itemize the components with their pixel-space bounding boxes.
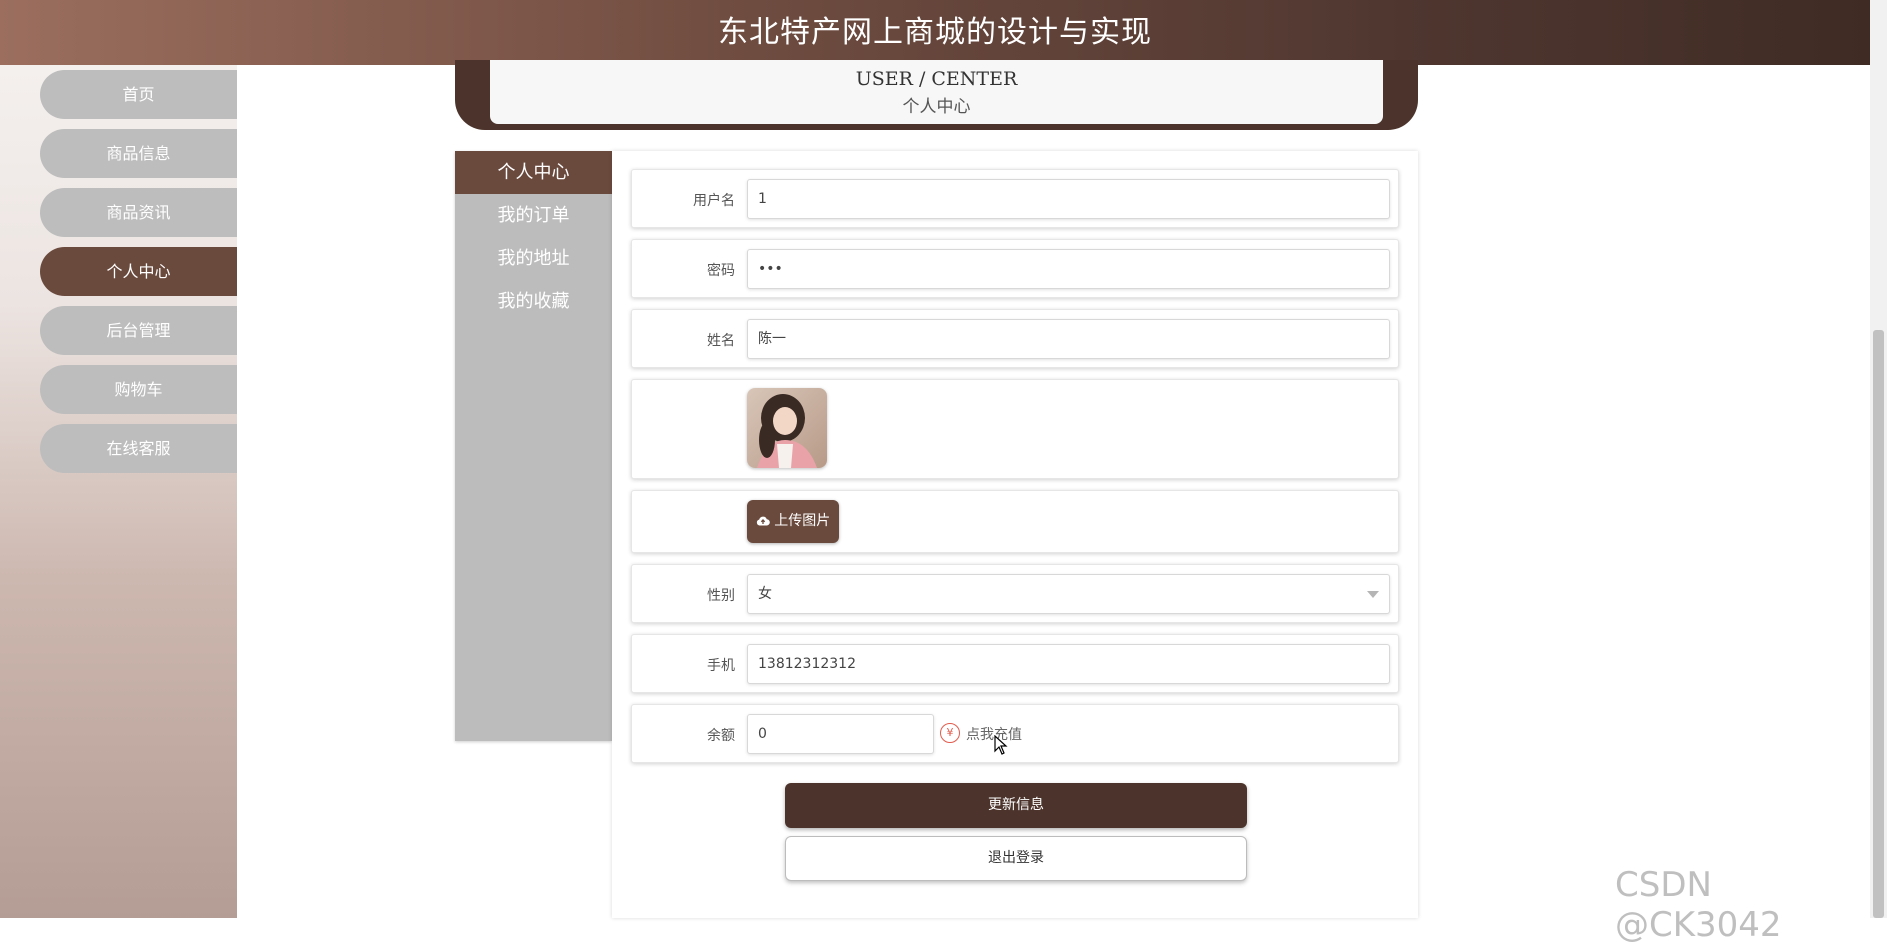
yen-icon[interactable]: ¥ <box>940 723 960 743</box>
form-row-phone: 手机 13812312312 <box>631 634 1399 693</box>
username-label: 用户名 <box>693 193 735 209</box>
page-scrollbar[interactable] <box>1870 0 1887 918</box>
sidebar: 首页 商品信息 商品资讯 个人中心 后台管理 购物车 在线客服 <box>0 65 237 918</box>
sidebar-item-home[interactable]: 首页 <box>40 70 237 119</box>
password-input[interactable]: ••• <box>747 249 1390 289</box>
site-title: 东北特产网上商城的设计与实现 <box>718 15 1152 50</box>
phone-input[interactable]: 13812312312 <box>747 644 1390 684</box>
form-row-name: 姓名 陈一 <box>631 309 1399 368</box>
watermark: CSDN @CK3042 <box>1615 865 1782 945</box>
gender-select[interactable]: 女 <box>747 574 1390 614</box>
profile-form: 用户名 1 密码 ••• 姓名 陈一 上传图片 性别 女 手机 13812312… <box>612 151 1418 918</box>
avatar <box>747 388 827 468</box>
form-row-upload: 上传图片 <box>631 490 1399 553</box>
form-row-username: 用户名 1 <box>631 169 1399 228</box>
user-center-banner: USER / CENTER 个人中心 <box>455 60 1418 130</box>
sidebar-item-admin[interactable]: 后台管理 <box>40 306 237 355</box>
scrollbar-thumb[interactable] <box>1873 330 1884 918</box>
username-input[interactable]: 1 <box>747 179 1390 219</box>
upload-button-label: 上传图片 <box>774 513 831 529</box>
banner-inner: USER / CENTER 个人中心 <box>490 60 1383 124</box>
tab-my-address[interactable]: 我的地址 <box>455 237 612 280</box>
gender-selected-value: 女 <box>758 586 772 602</box>
upload-image-button[interactable]: 上传图片 <box>747 500 839 543</box>
user-tabs: 个人中心 我的订单 我的地址 我的收藏 <box>455 151 612 741</box>
sidebar-item-cart[interactable]: 购物车 <box>40 365 237 414</box>
form-row-avatar <box>631 379 1399 479</box>
password-label: 密码 <box>707 263 735 279</box>
logout-button[interactable]: 退出登录 <box>785 836 1247 881</box>
sidebar-item-products[interactable]: 商品信息 <box>40 129 237 178</box>
tab-my-orders[interactable]: 我的订单 <box>455 194 612 237</box>
sidebar-item-support[interactable]: 在线客服 <box>40 424 237 473</box>
form-row-password: 密码 ••• <box>631 239 1399 298</box>
form-row-gender: 性别 女 <box>631 564 1399 623</box>
tab-my-favorites[interactable]: 我的收藏 <box>455 280 612 323</box>
chevron-down-icon <box>1367 591 1379 598</box>
name-input[interactable]: 陈一 <box>747 319 1390 359</box>
tab-user-center[interactable]: 个人中心 <box>455 151 612 194</box>
name-label: 姓名 <box>707 333 735 349</box>
sidebar-item-user-center[interactable]: 个人中心 <box>40 247 237 296</box>
banner-title-en: USER / CENTER <box>855 68 1018 90</box>
app-header: 东北特产网上商城的设计与实现 <box>0 0 1870 65</box>
sidebar-item-news[interactable]: 商品资讯 <box>40 188 237 237</box>
update-info-button[interactable]: 更新信息 <box>785 783 1247 828</box>
phone-label: 手机 <box>707 658 735 674</box>
banner-title-cn: 个人中心 <box>902 97 971 117</box>
mouse-cursor-icon <box>994 735 1008 755</box>
balance-label: 余额 <box>707 728 735 744</box>
cloud-upload-icon <box>756 516 770 526</box>
avatar-image <box>747 388 827 468</box>
balance-input[interactable]: 0 <box>747 714 934 754</box>
gender-label: 性别 <box>707 588 735 604</box>
form-row-balance: 余额 0 ¥ 点我充值 <box>631 704 1399 763</box>
